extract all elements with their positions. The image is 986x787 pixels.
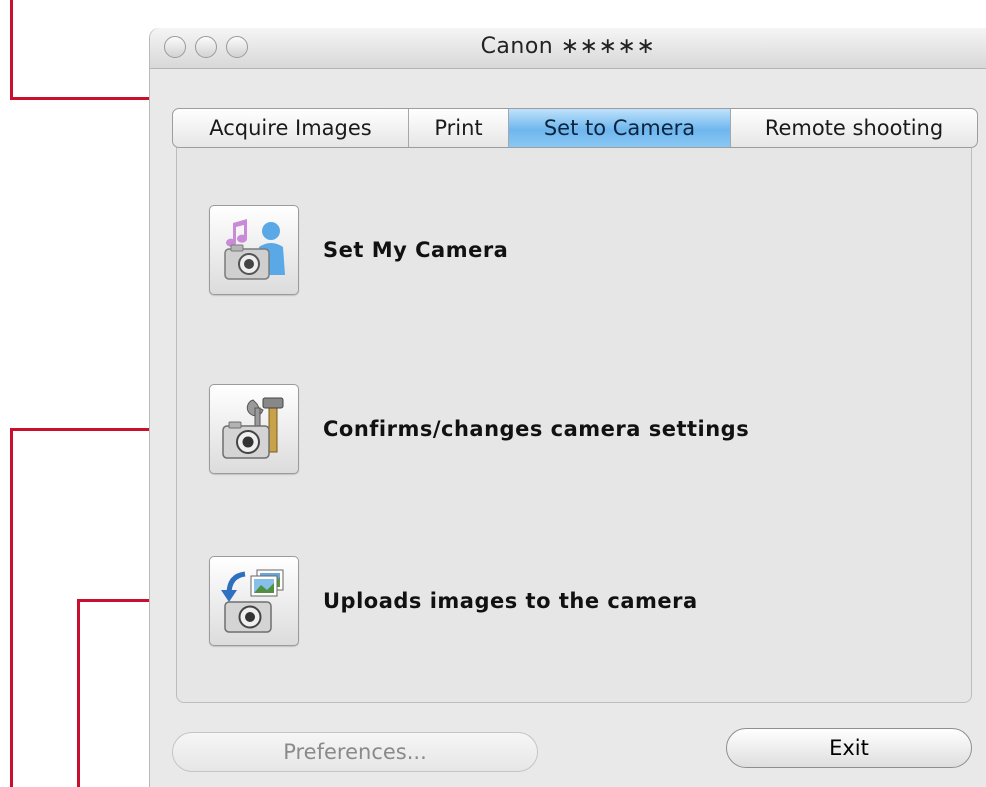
set-my-camera-label: Set My Camera [323, 238, 509, 262]
exit-button[interactable]: Exit [726, 728, 972, 768]
camera-settings-button[interactable] [209, 384, 299, 474]
camera-upload-images-icon [221, 569, 284, 633]
set-my-camera-button[interactable] [209, 205, 299, 295]
tab-bar: Acquire Images Print Set to Camera Remot… [172, 108, 978, 148]
tab-set-to-camera[interactable]: Set to Camera [509, 109, 731, 147]
app-window: Canon ∗∗∗∗∗ Set My Camera Confirms/chang… [150, 28, 986, 787]
callout-line-tabs [10, 97, 162, 100]
camera-tools-icon [222, 397, 284, 459]
callout-line-upload [77, 599, 80, 787]
camera-music-person-icon [224, 219, 285, 280]
upload-images-label: Uploads images to the camera [323, 589, 698, 613]
tab-remote-shooting[interactable]: Remote shooting [731, 109, 977, 147]
title-bar[interactable]: Canon ∗∗∗∗∗ [150, 28, 986, 69]
tab-print[interactable]: Print [409, 109, 509, 147]
action-upload-images: Uploads images to the camera [209, 556, 698, 646]
preferences-button[interactable]: Preferences... [172, 732, 538, 772]
callout-line-tabs [10, 0, 13, 100]
callout-line-settings [10, 428, 13, 787]
camera-settings-label: Confirms/changes camera settings [323, 417, 750, 441]
set-to-camera-panel: Set My Camera Confirms/changes camera se… [176, 138, 972, 703]
window-title: Canon ∗∗∗∗∗ [480, 34, 656, 59]
action-camera-settings: Confirms/changes camera settings [209, 384, 749, 474]
action-set-my-camera: Set My Camera [209, 205, 508, 295]
upload-images-button[interactable] [209, 556, 299, 646]
tab-acquire-images[interactable]: Acquire Images [173, 109, 409, 147]
